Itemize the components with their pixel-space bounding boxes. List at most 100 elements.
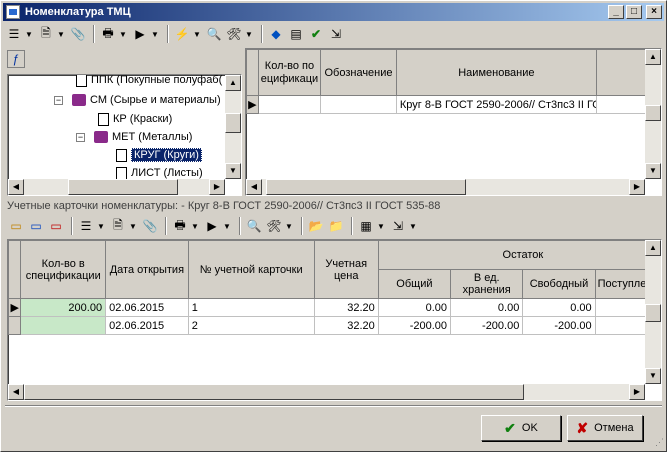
cards-vscroll[interactable]: ▲ ▼ — [645, 240, 661, 384]
tree-item-krug[interactable]: КРУГ (Круги) — [116, 147, 202, 164]
col-designation-header[interactable]: Обозначение — [320, 49, 397, 96]
binoculars-icon[interactable]: 🔍 — [245, 217, 263, 235]
cell-qty-spec[interactable] — [20, 316, 107, 335]
scroll-left-icon[interactable]: ◀ — [8, 384, 24, 400]
tree-item-sm[interactable]: СМ (Сырье и материалы) — [72, 92, 221, 109]
col-qty-spec-header[interactable]: Кол-во в спецификации — [20, 240, 107, 299]
col-name-header[interactable]: Наименование — [395, 49, 597, 96]
dropdown-arrow-icon[interactable]: ▼ — [377, 222, 385, 231]
insert-row-icon[interactable]: ▭ — [27, 217, 45, 235]
scroll-thumb[interactable] — [24, 384, 524, 400]
minimize-button[interactable]: _ — [608, 5, 624, 19]
cell-card-no[interactable]: 2 — [187, 316, 315, 335]
tools-icon[interactable]: 🛠 — [225, 25, 243, 43]
cell-card-no[interactable]: 1 — [187, 298, 315, 317]
add-row-icon[interactable]: ▭ — [7, 217, 25, 235]
play-icon[interactable]: ▶ — [203, 217, 221, 235]
cell-open-date[interactable]: 02.06.2015 — [105, 298, 189, 317]
cards-hscroll[interactable]: ◀ ▶ — [8, 384, 645, 400]
open-folder-icon[interactable]: 📂 — [307, 217, 325, 235]
cell-storage[interactable]: -200.00 — [450, 316, 524, 335]
play-icon[interactable]: ▶ — [131, 25, 149, 43]
grid-vscroll[interactable]: ▲ ▼ — [645, 49, 661, 179]
cell-total[interactable]: -200.00 — [377, 316, 452, 335]
scroll-right-icon[interactable]: ▶ — [629, 179, 645, 195]
col-free-header[interactable]: Свободный — [522, 269, 596, 299]
dropdown-arrow-icon[interactable]: ▼ — [409, 222, 417, 231]
cell-open-date[interactable]: 02.06.2015 — [105, 316, 189, 335]
document-icon[interactable]: 🗎 — [37, 25, 55, 43]
col-qty-header[interactable]: Кол-во по ецификаци — [257, 49, 322, 96]
form-icon[interactable]: ▤ — [287, 25, 305, 43]
scroll-up-icon[interactable]: ▲ — [225, 75, 241, 91]
clip-icon[interactable]: 📎 — [141, 217, 159, 235]
collapse-icon[interactable]: − — [76, 133, 85, 142]
cell-free[interactable]: 0.00 — [522, 298, 596, 317]
cell-total[interactable]: 0.00 — [377, 298, 452, 317]
cell-name[interactable]: Круг 8-В ГОСТ 2590-2006// Ст3пс3 II ГО — [395, 95, 597, 114]
binoculars-icon[interactable]: 🔍 — [205, 25, 223, 43]
delete-row-icon[interactable]: ▭ — [47, 217, 65, 235]
scroll-down-icon[interactable]: ▼ — [645, 368, 661, 384]
dropdown-arrow-icon[interactable]: ▼ — [191, 222, 199, 231]
tree-vscroll[interactable]: ▲ ▼ — [225, 75, 241, 179]
dropdown-arrow-icon[interactable]: ▼ — [223, 222, 231, 231]
cell-qty-spec[interactable]: 200.00 — [20, 298, 107, 317]
tools-icon[interactable]: 🛠 — [265, 217, 283, 235]
dropdown-arrow-icon[interactable]: ▼ — [193, 30, 201, 39]
scroll-left-icon[interactable]: ◀ — [8, 179, 24, 195]
export-icon[interactable]: ⇲ — [327, 25, 345, 43]
cell-qty[interactable] — [257, 95, 322, 114]
collapse-icon[interactable]: − — [54, 96, 63, 105]
scroll-up-icon[interactable]: ▲ — [645, 49, 661, 65]
cell-price[interactable]: 32.20 — [313, 316, 379, 335]
scroll-right-icon[interactable]: ▶ — [629, 384, 645, 400]
cell-free[interactable]: -200.00 — [522, 316, 596, 335]
scroll-thumb[interactable] — [68, 179, 178, 195]
filter-icon[interactable]: ⚡ — [173, 25, 191, 43]
dropdown-arrow-icon[interactable]: ▼ — [285, 222, 293, 231]
scroll-thumb[interactable] — [225, 113, 241, 133]
cell-price[interactable]: 32.20 — [313, 298, 379, 317]
scroll-thumb[interactable] — [645, 304, 661, 322]
document-icon[interactable]: 🗎 — [109, 217, 127, 235]
print-icon[interactable]: 🖶 — [99, 25, 117, 43]
cell-storage[interactable]: 0.00 — [450, 298, 524, 317]
scroll-up-icon[interactable]: ▲ — [645, 240, 661, 256]
list-icon[interactable]: ☰ — [5, 25, 23, 43]
dropdown-arrow-icon[interactable]: ▼ — [119, 30, 127, 39]
col-total-header[interactable]: Общий — [377, 269, 452, 299]
scroll-thumb[interactable] — [266, 179, 466, 195]
dropdown-arrow-icon[interactable]: ▼ — [25, 30, 33, 39]
ok-button[interactable]: ✔ OK — [481, 415, 561, 441]
col-open-date-header[interactable]: Дата открытия — [105, 240, 189, 299]
tree-item-kr[interactable]: КР (Краски) — [98, 111, 172, 128]
maximize-button[interactable]: □ — [626, 5, 642, 19]
folder-icon[interactable]: 📁 — [327, 217, 345, 235]
cancel-button[interactable]: ✘ Отмена — [567, 415, 643, 441]
grid-hscroll[interactable]: ◀ ▶ — [246, 179, 645, 195]
print-icon[interactable]: 🖶 — [171, 217, 189, 235]
clip-icon[interactable]: 📎 — [69, 25, 87, 43]
tree-hscroll[interactable]: ◀ ▶ — [8, 179, 225, 195]
scroll-right-icon[interactable]: ▶ — [209, 179, 225, 195]
col-remainder-header[interactable]: Остаток — [377, 240, 661, 270]
col-price-header[interactable]: Учетная цена — [313, 240, 379, 299]
scroll-left-icon[interactable]: ◀ — [246, 179, 262, 195]
tree-item-ppk[interactable]: ППК (Покупные полуфаб( — [76, 75, 222, 89]
filter-tree-icon[interactable]: ƒ — [7, 50, 25, 68]
scroll-down-icon[interactable]: ▼ — [645, 163, 661, 179]
dropdown-arrow-icon[interactable]: ▼ — [151, 30, 159, 39]
scroll-thumb[interactable] — [645, 105, 661, 121]
cell-designation[interactable] — [320, 95, 397, 114]
scroll-down-icon[interactable]: ▼ — [225, 163, 241, 179]
info-icon[interactable]: ◆ — [267, 25, 285, 43]
col-card-no-header[interactable]: № учетной карточки — [187, 240, 315, 299]
dropdown-arrow-icon[interactable]: ▼ — [97, 222, 105, 231]
view-icon[interactable]: ▦ — [357, 217, 375, 235]
col-storage-header[interactable]: В ед. хранения — [450, 269, 524, 299]
list-icon[interactable]: ☰ — [77, 217, 95, 235]
check-icon[interactable]: ✔ — [307, 25, 325, 43]
tree-item-met[interactable]: МЕТ (Металлы) — [94, 129, 192, 146]
dropdown-arrow-icon[interactable]: ▼ — [129, 222, 137, 231]
